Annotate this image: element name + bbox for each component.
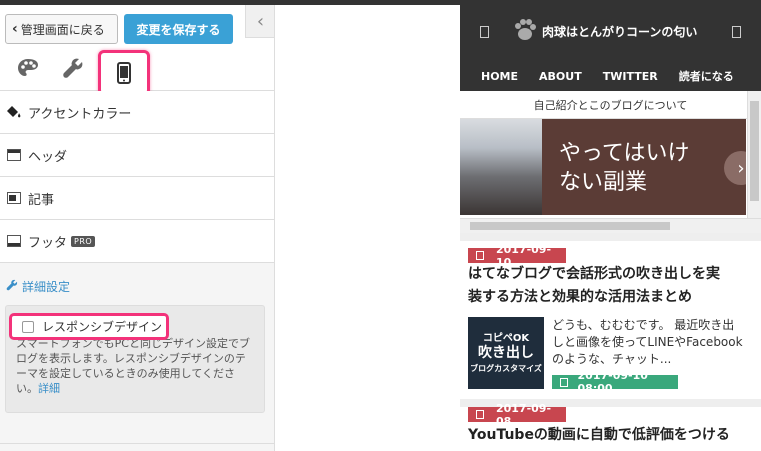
divider [0, 443, 274, 444]
post-title-line: YouTubeの動画に自動で低評価をつける [468, 427, 730, 443]
menu-label: ヘッダ [28, 149, 68, 165]
intro-link[interactable]: 自己紹介とこのブログについて [460, 91, 761, 119]
thumb-text: 吹き出し [478, 344, 534, 361]
back-label: 管理画面に戻る [20, 22, 105, 37]
slide-caption-line: ない副業 [559, 170, 648, 195]
post-excerpt: どうも、むむむです。 最近吹き出 しと画像を使ってLINEやFacebook の… [552, 317, 757, 368]
blog-header: 肉球はとんがりコーンの匂い [460, 5, 761, 61]
details-link[interactable]: 詳細 [38, 382, 60, 395]
advanced-settings-heading: 詳細設定 [6, 278, 70, 295]
vertical-scrollbar[interactable] [747, 91, 761, 218]
preview-margin [276, 5, 460, 451]
responsive-setting-box: スマートフォンでもPCと同じデザイン設定でブログを表示します。レスポンシブデザイ… [5, 305, 265, 413]
nav-home[interactable]: HOME [481, 70, 518, 83]
scrollbar-thumb[interactable] [750, 101, 759, 201]
chevron-left-icon: ‹ [12, 21, 18, 37]
post-title-line: 装する方法と効果的な活用法まとめ [468, 289, 692, 305]
post-title-line: はてなブログで会話形式の吹き出しを実 [468, 266, 720, 282]
paw-icon [512, 18, 538, 45]
palette-icon [18, 59, 38, 76]
slide-caption: やってはいけ ない副業 [559, 139, 689, 197]
slide-image [460, 119, 542, 215]
excerpt-line: どうも、むむむです。 最近吹き出 [552, 318, 735, 332]
menu-item-footer[interactable]: フッタ PRO [0, 220, 274, 263]
collapse-panel-button[interactable]: ‹ [245, 5, 274, 38]
header-layout-icon [6, 148, 22, 162]
post-title[interactable]: YouTubeの動画に自動で低評価をつける [468, 424, 730, 447]
search-icon[interactable] [732, 26, 741, 38]
section-divider [460, 233, 761, 241]
excerpt-line: のような、チャット... [552, 352, 672, 366]
settings-menu: アクセントカラー ヘッダ 記事 フッタ PRO [0, 91, 274, 263]
tab-design[interactable] [15, 55, 41, 81]
nav-subscribe[interactable]: 読者になる [679, 68, 734, 84]
tab-mobile[interactable] [98, 50, 150, 96]
responsive-description: スマートフォンでもPCと同じデザイン設定でブログを表示します。レスポンシブデザイ… [16, 336, 256, 396]
back-to-admin-button[interactable]: ‹ 管理画面に戻る [5, 14, 118, 44]
featured-slider[interactable]: やってはいけ ない副業 › [460, 119, 746, 215]
post-title[interactable]: はてなブログで会話形式の吹き出しを実 装する方法と効果的な活用法まとめ [468, 263, 720, 309]
blog-preview: 肉球はとんがりコーンの匂い HOME ABOUT TWITTER 読者になる 自… [460, 5, 761, 451]
excerpt-line: しと画像を使ってLINEやFacebook [552, 335, 743, 349]
smartphone-icon [117, 62, 131, 84]
calendar-icon [560, 377, 568, 387]
responsive-design-label: レスポンシブデザイン [42, 320, 163, 334]
nav-twitter[interactable]: TWITTER [603, 70, 658, 83]
footer-layout-icon [6, 234, 22, 248]
menu-label: フッタ [28, 235, 68, 251]
thumb-text: コピペOK [482, 332, 530, 344]
wrench-icon [6, 279, 18, 294]
paint-bucket-icon [6, 105, 22, 119]
post-thumbnail[interactable]: コピペOK 吹き出し ブログカスタマイズ [468, 317, 544, 389]
tab-tools[interactable] [60, 55, 86, 81]
pro-badge: PRO [71, 235, 96, 247]
wrench-icon [63, 58, 83, 78]
menu-label: アクセントカラー [28, 106, 132, 122]
horizontal-scrollbar[interactable] [460, 218, 761, 233]
scrollbar-thumb[interactable] [470, 222, 670, 230]
menu-icon[interactable] [480, 26, 489, 38]
advanced-settings-label: 詳細設定 [22, 280, 71, 294]
slider-next-button[interactable]: › [724, 151, 746, 185]
menu-item-article[interactable]: 記事 [0, 177, 274, 220]
calendar-icon [476, 410, 484, 419]
menu-label: 記事 [28, 192, 55, 208]
menu-item-accent-color[interactable]: アクセントカラー [0, 91, 274, 134]
blog-nav: HOME ABOUT TWITTER 読者になる [460, 61, 761, 91]
panel-header: ‹ 管理画面に戻る 変更を保存する ‹ [0, 5, 274, 96]
post-date-badge: 2017-09-08 [468, 402, 566, 428]
nav-about[interactable]: ABOUT [539, 70, 582, 83]
customize-panel: ‹ 管理画面に戻る 変更を保存する ‹ アクセントカラー ヘッダ 記事 フッタ … [0, 5, 275, 451]
post-date-badge: 2017-09-10 [468, 243, 566, 269]
menu-item-header[interactable]: ヘッダ [0, 134, 274, 177]
calendar-icon [476, 251, 484, 260]
responsive-design-checkbox-label[interactable]: レスポンシブデザイン [9, 313, 169, 340]
post-datetime-badge: 2017-09-10 08:00 [552, 369, 678, 395]
post-datetime: 2017-09-10 08:00 [577, 369, 648, 395]
slide-caption-line: やってはいけ [559, 141, 690, 166]
thumb-text: ブログカスタマイズ [470, 363, 542, 373]
post-card[interactable]: 2017-09-10 はてなブログで会話形式の吹き出しを実 装する方法と効果的な… [460, 241, 761, 399]
article-layout-icon [6, 191, 22, 205]
blog-title: 肉球はとんがりコーンの匂い [542, 25, 698, 39]
responsive-design-checkbox[interactable] [22, 320, 34, 333]
blog-logo[interactable]: 肉球はとんがりコーンの匂い [512, 18, 697, 45]
save-changes-button[interactable]: 変更を保存する [124, 14, 233, 44]
